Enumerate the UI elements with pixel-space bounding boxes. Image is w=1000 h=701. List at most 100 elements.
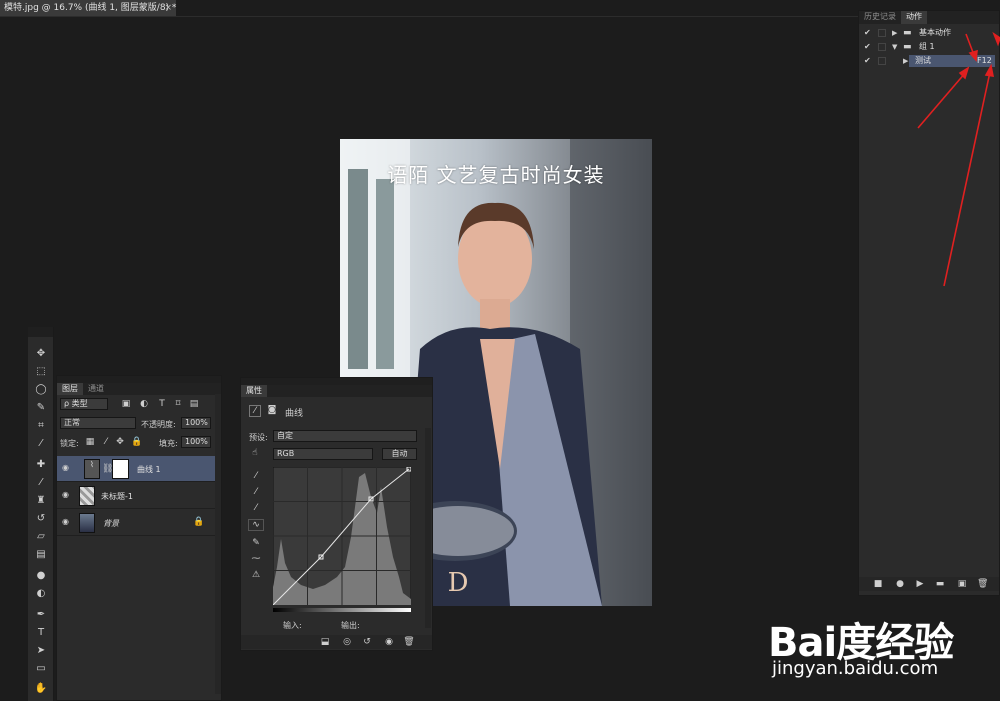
marquee-tool-icon[interactable]: ⬚ [33, 365, 49, 379]
layer-mask-thumbnail[interactable] [112, 459, 129, 479]
lock-all-icon[interactable]: 🔒 [131, 437, 142, 447]
tab-properties[interactable]: 属性 [241, 385, 267, 397]
lock-pixels-icon[interactable]: ⁄ [101, 437, 111, 447]
document-tab[interactable]: 模特.jpg @ 16.7% (曲线 1, 图层蒙版/8) * × [0, 0, 176, 16]
eye-icon[interactable]: ◉ [62, 463, 72, 473]
move-tool-icon[interactable]: ✥ [33, 347, 49, 361]
rectangle-tool-icon[interactable]: ▭ [33, 662, 49, 676]
play-icon[interactable]: ▶ [915, 579, 925, 589]
curves-graph[interactable] [273, 467, 411, 605]
view-previous-state-icon[interactable]: ◎ [341, 637, 353, 647]
properties-tab-row: 属性 [241, 385, 432, 397]
lock-transparent-icon[interactable]: ▦ [85, 437, 95, 447]
history-brush-tool-icon[interactable]: ↺ [33, 512, 49, 526]
eye-icon[interactable]: ◉ [62, 517, 72, 527]
filter-pixel-icon[interactable]: ▣ [121, 399, 131, 409]
clip-to-layer-icon[interactable]: ⬓ [319, 637, 331, 647]
delete-trash-icon[interactable]: 🗑 [977, 579, 988, 589]
layer-thumbnail [79, 513, 95, 533]
filter-shape-icon[interactable]: ⌑ [173, 399, 183, 409]
layer-filter-kind[interactable]: ρ 类型 [60, 398, 108, 410]
layers-scrollbar[interactable] [215, 394, 221, 694]
hand-tool-icon[interactable]: ✋ [33, 682, 49, 696]
black-point-eyedropper-icon[interactable]: ⁄ [250, 471, 262, 481]
dialog-toggle[interactable] [878, 57, 886, 65]
layer-name: 背景 [103, 519, 119, 528]
properties-panel-header[interactable] [241, 378, 432, 385]
gray-point-eyedropper-icon[interactable]: ⁄ [250, 487, 262, 497]
svg-text:D: D [448, 568, 469, 598]
lock-label: 锁定: [60, 439, 79, 448]
link-icon[interactable]: ⛓ [102, 464, 113, 474]
close-icon[interactable]: × [164, 0, 172, 16]
collapse-triangle-icon[interactable]: ▼ [892, 40, 897, 54]
layer-row-untitled[interactable]: ◉ 未标题-1 [57, 483, 215, 509]
check-icon[interactable]: ✔ [864, 54, 871, 68]
preset-select[interactable]: 自定 [273, 430, 417, 442]
lock-position-icon[interactable]: ✥ [115, 437, 125, 447]
opacity-label: 不透明度: [141, 420, 176, 429]
auto-button[interactable]: 自动 [382, 448, 417, 460]
input-gradient-bar [273, 608, 411, 612]
fill-label: 填充: [159, 439, 178, 448]
pen-tool-icon[interactable]: ✒ [33, 608, 49, 622]
filter-smart-object-icon[interactable]: ▤ [189, 399, 199, 409]
check-icon[interactable]: ✔ [864, 40, 871, 54]
smooth-curve-icon[interactable]: ⁓ [250, 554, 262, 564]
tab-history[interactable]: 历史记录 [859, 11, 901, 24]
quick-select-tool-icon[interactable]: ✎ [33, 401, 49, 415]
brush-tool-icon[interactable]: ⁄ [33, 476, 49, 490]
layer-row-background[interactable]: ◉ 背景 🔒 [57, 510, 215, 536]
mask-icon[interactable]: ◙ [266, 405, 278, 415]
lasso-tool-icon[interactable]: ◯ [33, 383, 49, 397]
eyedropper-tool-icon[interactable]: ⁄ [33, 437, 49, 451]
record-icon[interactable]: ● [895, 579, 905, 589]
crop-tool-icon[interactable]: ⌗ [33, 419, 49, 433]
dodge-tool-icon[interactable]: ◐ [33, 587, 49, 601]
lock-icon: 🔒 [193, 517, 205, 527]
eye-icon[interactable]: ◉ [62, 490, 72, 500]
tab-channels[interactable]: 通道 [83, 383, 109, 395]
check-icon[interactable]: ✔ [864, 26, 871, 40]
curves-adjustment-icon: ⌇ [84, 459, 100, 479]
path-select-tool-icon[interactable]: ➤ [33, 644, 49, 658]
type-tool-icon[interactable]: T [33, 626, 49, 640]
fill-input[interactable]: 100% [181, 436, 211, 448]
stop-icon[interactable]: ■ [873, 579, 883, 589]
channel-select[interactable]: RGB [273, 448, 373, 460]
tab-layers[interactable]: 图层 [57, 383, 83, 395]
visibility-eye-icon[interactable]: ◉ [383, 637, 395, 647]
filter-type-icon[interactable]: T [157, 399, 167, 409]
curve-point-edit-icon[interactable]: ∿ [248, 519, 264, 531]
blur-tool-icon[interactable]: ● [33, 569, 49, 583]
layer-row-curves[interactable]: ◉ ⌇ ⛓ 曲线 1 [57, 456, 215, 482]
tab-bar-divider [0, 16, 858, 17]
dialog-toggle[interactable] [878, 43, 886, 51]
actions-footer: ■ ● ▶ ▬ ▣ 🗑 [859, 577, 999, 591]
layers-panel-header[interactable] [57, 376, 221, 383]
opacity-input[interactable]: 100% [181, 417, 211, 429]
reset-icon[interactable]: ↺ [361, 637, 373, 647]
curves-adjustment-icon[interactable]: ⁄ [249, 405, 261, 417]
gradient-tool-icon[interactable]: ▤ [33, 548, 49, 562]
blend-mode-select[interactable]: 正常 [60, 417, 136, 429]
new-action-icon[interactable]: ▣ [957, 579, 967, 589]
dialog-toggle[interactable] [878, 29, 886, 37]
targeted-adjustment-icon[interactable]: ☝ [248, 448, 262, 458]
filter-adjustment-icon[interactable]: ◐ [139, 399, 149, 409]
tools-panel: ✥ ⬚ ◯ ✎ ⌗ ⁄ ✚ ⁄ ♜ ↺ ▱ ▤ ● ◐ ✒ T ➤ ▭ ✋ [28, 327, 54, 701]
tools-panel-header[interactable] [28, 327, 53, 337]
pencil-draw-icon[interactable]: ✎ [250, 538, 262, 548]
properties-scrollbar[interactable] [425, 428, 431, 628]
layer-thumbnail [79, 486, 95, 506]
healing-brush-tool-icon[interactable]: ✚ [33, 458, 49, 472]
expand-triangle-icon[interactable]: ▶ [892, 26, 897, 40]
white-point-eyedropper-icon[interactable]: ⁄ [250, 503, 262, 513]
eraser-tool-icon[interactable]: ▱ [33, 530, 49, 544]
clipping-warning-icon[interactable]: ⚠ [248, 570, 264, 580]
baidu-watermark: Bai度经验 jingyan.baidu.com [768, 592, 1000, 700]
layers-panel: 图层 通道 ρ 类型 ▣ ◐ T ⌑ ▤ 正常 不透明度: 100% 锁定: ▦… [56, 375, 222, 701]
clone-stamp-tool-icon[interactable]: ♜ [33, 494, 49, 508]
delete-trash-icon[interactable]: 🗑 [403, 637, 415, 647]
new-set-folder-icon[interactable]: ▬ [935, 579, 945, 589]
